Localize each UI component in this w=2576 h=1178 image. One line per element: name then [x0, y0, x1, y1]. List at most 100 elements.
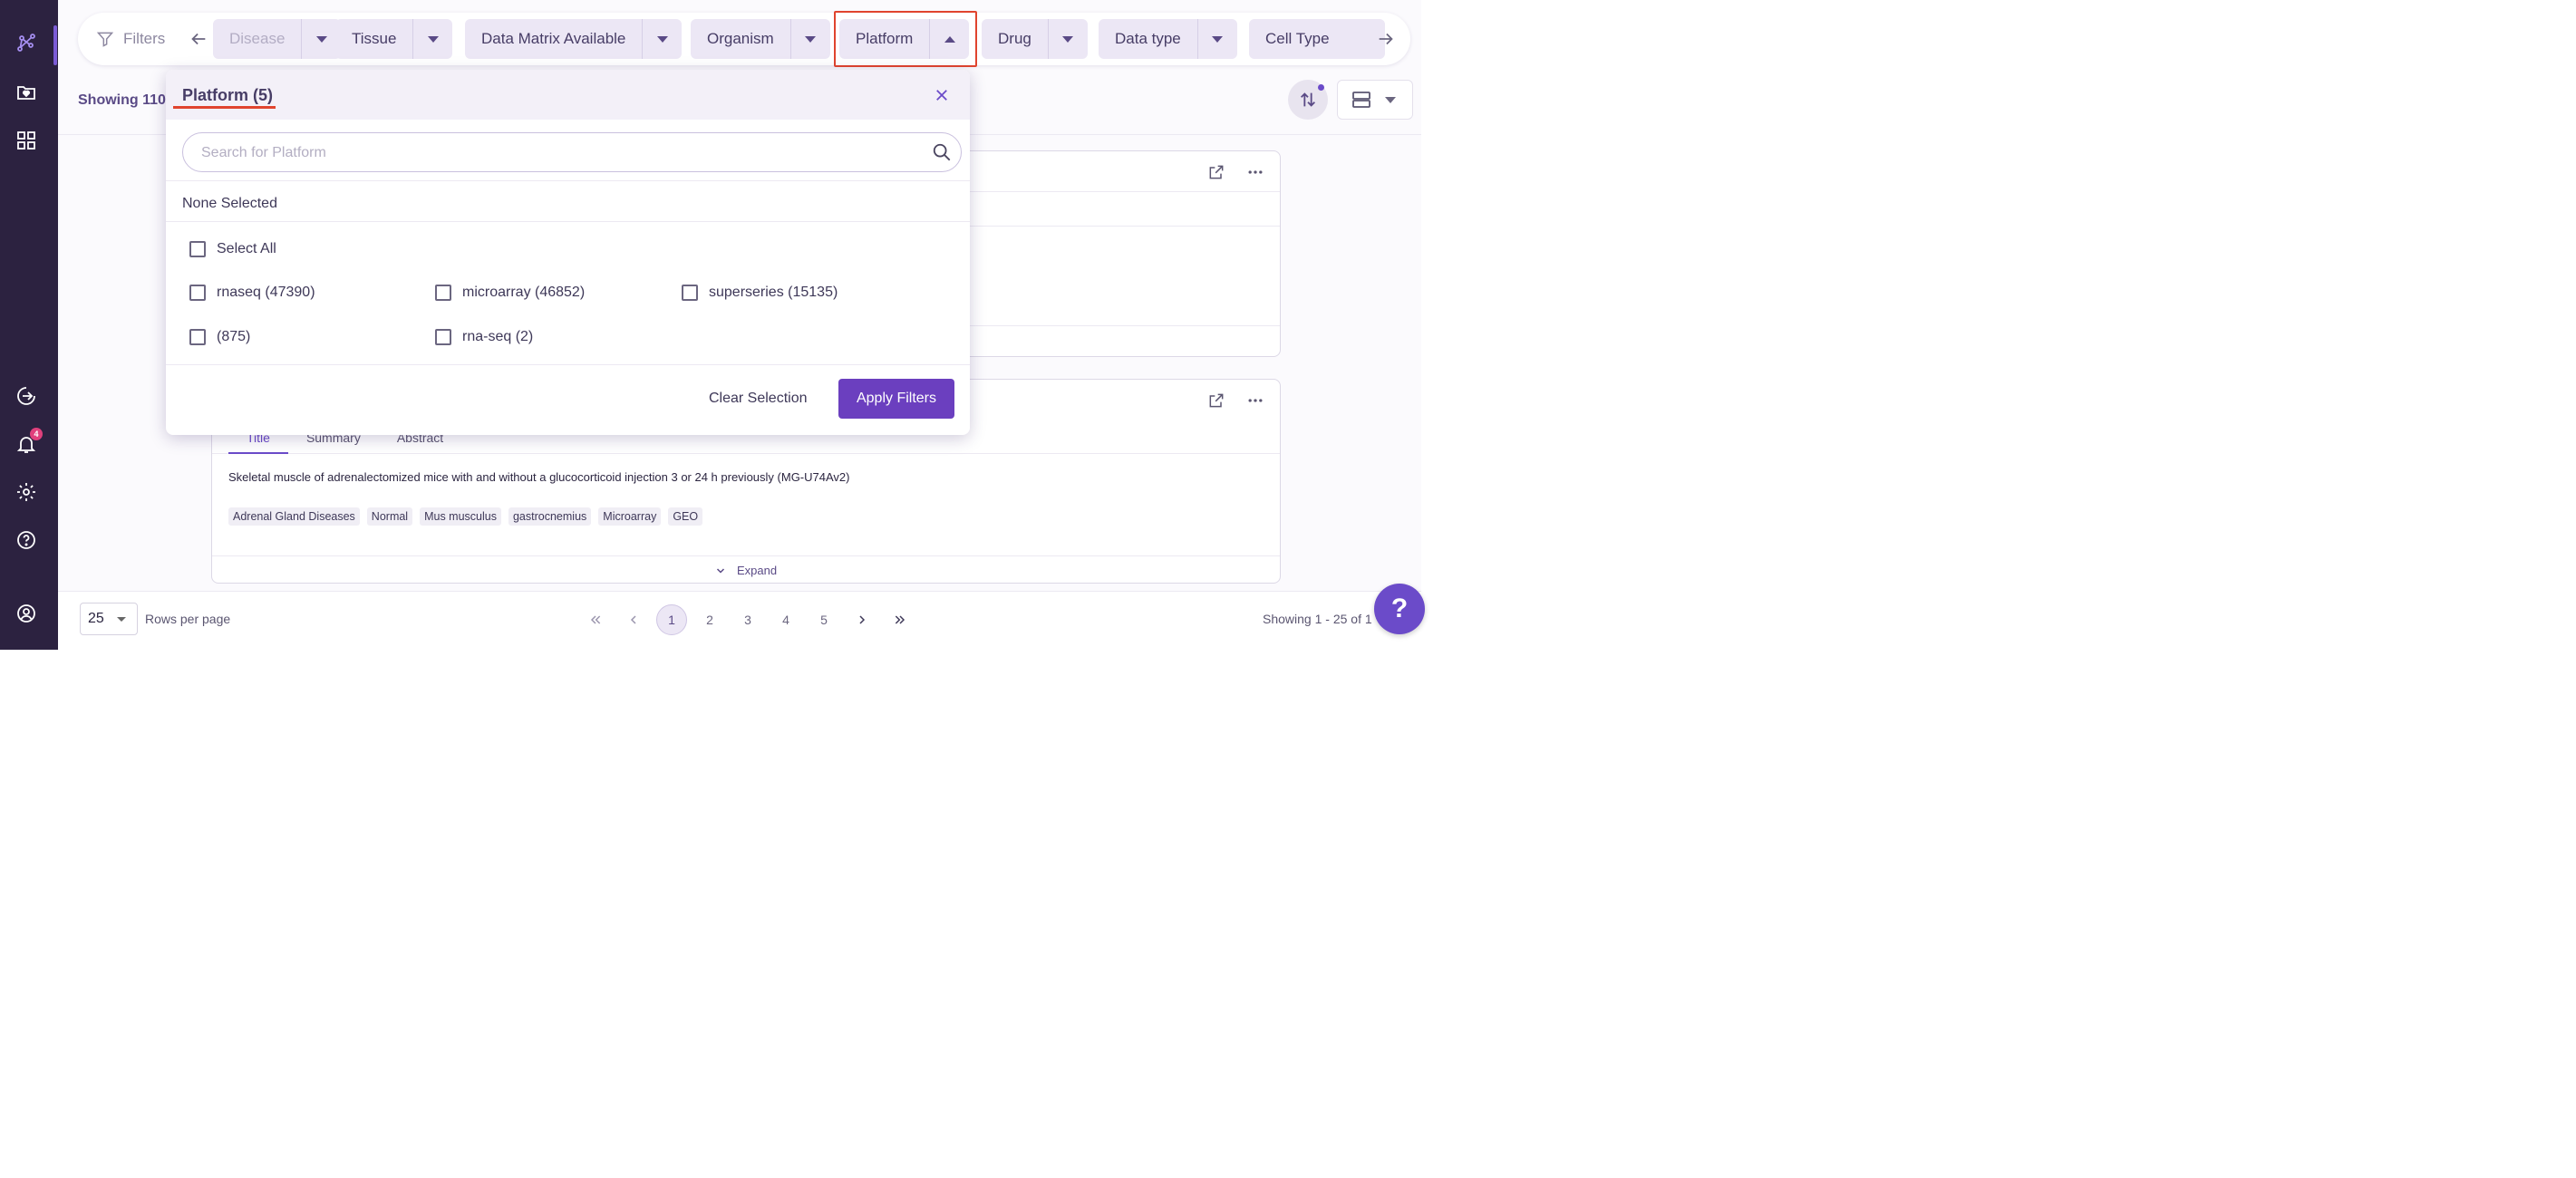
- chip-tissue[interactable]: Tissue: [335, 19, 453, 59]
- pagination-summary: Showing 1 - 25 of 1: [1263, 612, 1372, 626]
- rows-per-page-value: 25: [88, 611, 104, 626]
- user-icon[interactable]: [15, 602, 38, 625]
- chevron-down-icon: [1212, 35, 1224, 43]
- last-page-icon[interactable]: [885, 604, 915, 635]
- folder-heart-icon[interactable]: [15, 81, 38, 104]
- rows-per-page-select[interactable]: 25: [80, 603, 138, 635]
- view-toggle-button[interactable]: [1337, 80, 1413, 120]
- open-external-icon[interactable]: [1206, 391, 1226, 410]
- page-4[interactable]: 4: [770, 604, 801, 635]
- chip-data-type-label: Data type: [1115, 30, 1181, 47]
- filters-label: Filters: [123, 30, 166, 47]
- platform-filter-panel: Platform (5) None Selected Select All rn…: [166, 70, 970, 435]
- sidebar-active-indicator: [53, 25, 57, 65]
- page-2[interactable]: 2: [694, 604, 725, 635]
- gear-icon[interactable]: [15, 480, 38, 504]
- option-superseries[interactable]: superseries (15135): [682, 285, 838, 301]
- results-count: Showing 110,: [78, 92, 170, 108]
- chip-disease[interactable]: Disease: [213, 19, 342, 59]
- checkbox[interactable]: [435, 329, 451, 345]
- chip-data-matrix[interactable]: Data Matrix Available: [465, 19, 683, 59]
- chip-organism[interactable]: Organism: [691, 19, 830, 59]
- chevron-down-icon: [1385, 96, 1396, 103]
- page-1[interactable]: 1: [656, 604, 687, 635]
- page-5[interactable]: 5: [809, 604, 839, 635]
- sort-active-dot: [1318, 84, 1324, 91]
- pagination-bar: 25 Rows per page 1 2 3 4 5 Showing 1 - 2…: [58, 591, 1421, 650]
- chip-data-type[interactable]: Data type: [1099, 19, 1237, 59]
- expand-label: Expand: [736, 564, 778, 577]
- graph-icon[interactable]: [15, 31, 38, 54]
- more-options-icon[interactable]: [1245, 162, 1265, 182]
- chip-platform-dropdown[interactable]: [929, 19, 969, 59]
- filter-bar: Filters Disease Tissue Data Matrix Avail…: [78, 13, 1410, 65]
- close-icon[interactable]: [933, 86, 951, 104]
- grid-icon[interactable]: [15, 129, 38, 152]
- chevron-down-icon: [805, 35, 817, 43]
- scroll-left-arrow-icon[interactable]: [185, 25, 212, 53]
- clear-selection-button[interactable]: Clear Selection: [709, 391, 808, 407]
- checkbox[interactable]: [189, 241, 206, 257]
- notification-badge: 4: [30, 428, 43, 440]
- chip-disease-label: Disease: [229, 30, 286, 47]
- tag: gastrocnemius: [508, 507, 592, 526]
- rows-per-page-label: Rows per page: [145, 612, 231, 626]
- chip-drug-label: Drug: [998, 30, 1031, 47]
- panel-header: Platform (5): [166, 70, 970, 120]
- platform-search-input[interactable]: [201, 143, 908, 163]
- chip-cell-type[interactable]: Cell Type: [1249, 19, 1385, 59]
- expand-button[interactable]: Expand: [212, 555, 1280, 584]
- chip-organism-label: Organism: [707, 30, 774, 47]
- option-label: superseries (15135): [709, 285, 838, 300]
- option-label: rna-seq (2): [462, 329, 534, 344]
- filters-label-group: Filters: [96, 30, 165, 48]
- select-all-checkbox[interactable]: Select All: [189, 241, 276, 257]
- panel-footer: Clear Selection Apply Filters: [166, 365, 970, 435]
- tag: Microarray: [598, 507, 662, 526]
- card-title: Skeletal muscle of adrenalectomized mice…: [228, 470, 850, 484]
- more-options-icon[interactable]: [1245, 391, 1265, 410]
- chip-organism-dropdown[interactable]: [789, 19, 830, 59]
- question-icon[interactable]: [15, 528, 38, 552]
- checkbox[interactable]: [189, 285, 206, 301]
- chip-platform[interactable]: Platform: [839, 19, 970, 59]
- search-icon[interactable]: [932, 142, 952, 162]
- help-button[interactable]: ?: [1374, 584, 1425, 634]
- chip-data-type-dropdown[interactable]: [1196, 19, 1237, 59]
- chevron-down-icon: [116, 616, 126, 622]
- chip-data-matrix-dropdown[interactable]: [642, 19, 682, 59]
- list-view-icon: [1352, 92, 1370, 108]
- scroll-right-arrow-icon[interactable]: [1372, 25, 1399, 53]
- chip-tissue-label: Tissue: [352, 30, 397, 47]
- open-external-icon[interactable]: [1206, 162, 1226, 182]
- platform-search-field[interactable]: [182, 132, 962, 172]
- apply-filters-button[interactable]: Apply Filters: [838, 379, 954, 419]
- option-label: (875): [217, 329, 251, 344]
- first-page-icon[interactable]: [580, 604, 611, 635]
- chevron-down-icon: [315, 35, 327, 43]
- option-rnaseq[interactable]: rnaseq (47390): [189, 285, 315, 301]
- tag: GEO: [668, 507, 703, 526]
- chip-drug[interactable]: Drug: [982, 19, 1088, 59]
- chip-tissue-dropdown[interactable]: [412, 19, 452, 59]
- chip-cell-type-label: Cell Type: [1265, 30, 1330, 47]
- sidebar: 4: [0, 0, 58, 650]
- checkbox[interactable]: [435, 285, 451, 301]
- checkbox[interactable]: [189, 329, 206, 345]
- next-page-icon[interactable]: [847, 604, 877, 635]
- chip-drug-dropdown[interactable]: [1047, 19, 1088, 59]
- option-microarray[interactable]: microarray (46852): [435, 285, 585, 301]
- panel-title: Platform (5): [182, 86, 274, 104]
- panel-title-underline: [173, 106, 276, 109]
- tag: Adrenal Gland Diseases: [228, 507, 360, 526]
- tag: Normal: [366, 507, 413, 526]
- option-blank[interactable]: (875): [189, 329, 250, 345]
- chevron-up-icon: [944, 35, 955, 43]
- page-3[interactable]: 3: [732, 604, 763, 635]
- checkbox[interactable]: [682, 285, 698, 301]
- logout-icon[interactable]: [15, 384, 38, 408]
- panel-divider: [166, 180, 970, 181]
- filter-icon: [96, 32, 114, 47]
- prev-page-icon[interactable]: [618, 604, 649, 635]
- option-rna-seq[interactable]: rna-seq (2): [435, 329, 533, 345]
